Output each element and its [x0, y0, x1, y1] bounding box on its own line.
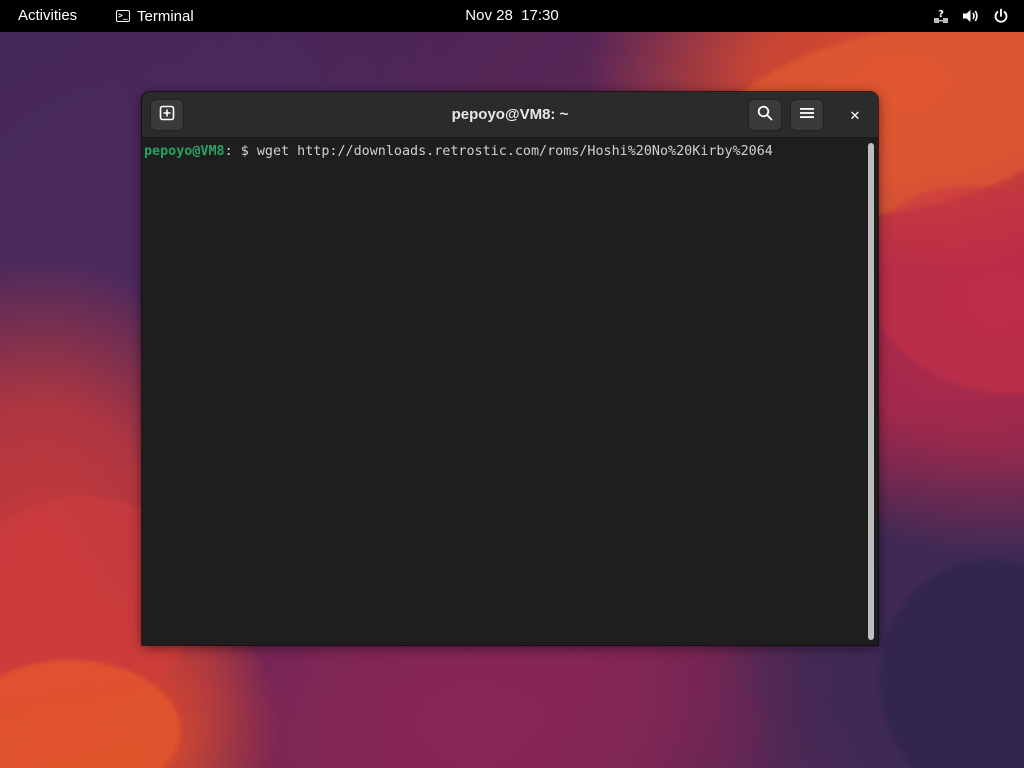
- window-headerbar[interactable]: pepoyo@VM8: ~ ✕: [142, 92, 878, 138]
- network-unknown-icon[interactable]: ?: [932, 7, 950, 25]
- prompt-suffix: : $: [224, 144, 257, 159]
- main-menu-button[interactable]: [790, 99, 824, 131]
- close-button[interactable]: ✕: [843, 104, 867, 128]
- new-tab-icon: [159, 105, 175, 126]
- system-tray[interactable]: ?: [932, 0, 1010, 32]
- new-tab-button[interactable]: [150, 99, 184, 131]
- terminal-scrollbar[interactable]: [864, 138, 878, 645]
- svg-text:?: ?: [938, 9, 944, 20]
- hamburger-menu-icon: [799, 106, 815, 125]
- terminal-output[interactable]: pepoyo@VM8: $ wget http://downloads.retr…: [142, 138, 864, 645]
- close-icon: ✕: [849, 108, 861, 123]
- clock-container: Nov 28 17:30: [0, 0, 1024, 32]
- scrollbar-thumb[interactable]: [868, 143, 874, 640]
- top-bar: Activities >_ Terminal Nov 28 17:30 ?: [0, 0, 1024, 32]
- clock[interactable]: Nov 28 17:30: [465, 7, 558, 24]
- command-text: wget http://downloads.retrostic.com/roms…: [256, 144, 773, 159]
- prompt-user-host: pepoyo@VM8: [144, 144, 225, 159]
- search-icon: [757, 105, 773, 126]
- search-button[interactable]: [748, 99, 782, 131]
- volume-icon[interactable]: [962, 7, 980, 25]
- terminal-window: pepoyo@VM8: ~ ✕ pepoyo@VM8: $ wget http:…: [142, 92, 878, 645]
- power-icon[interactable]: [992, 7, 1010, 25]
